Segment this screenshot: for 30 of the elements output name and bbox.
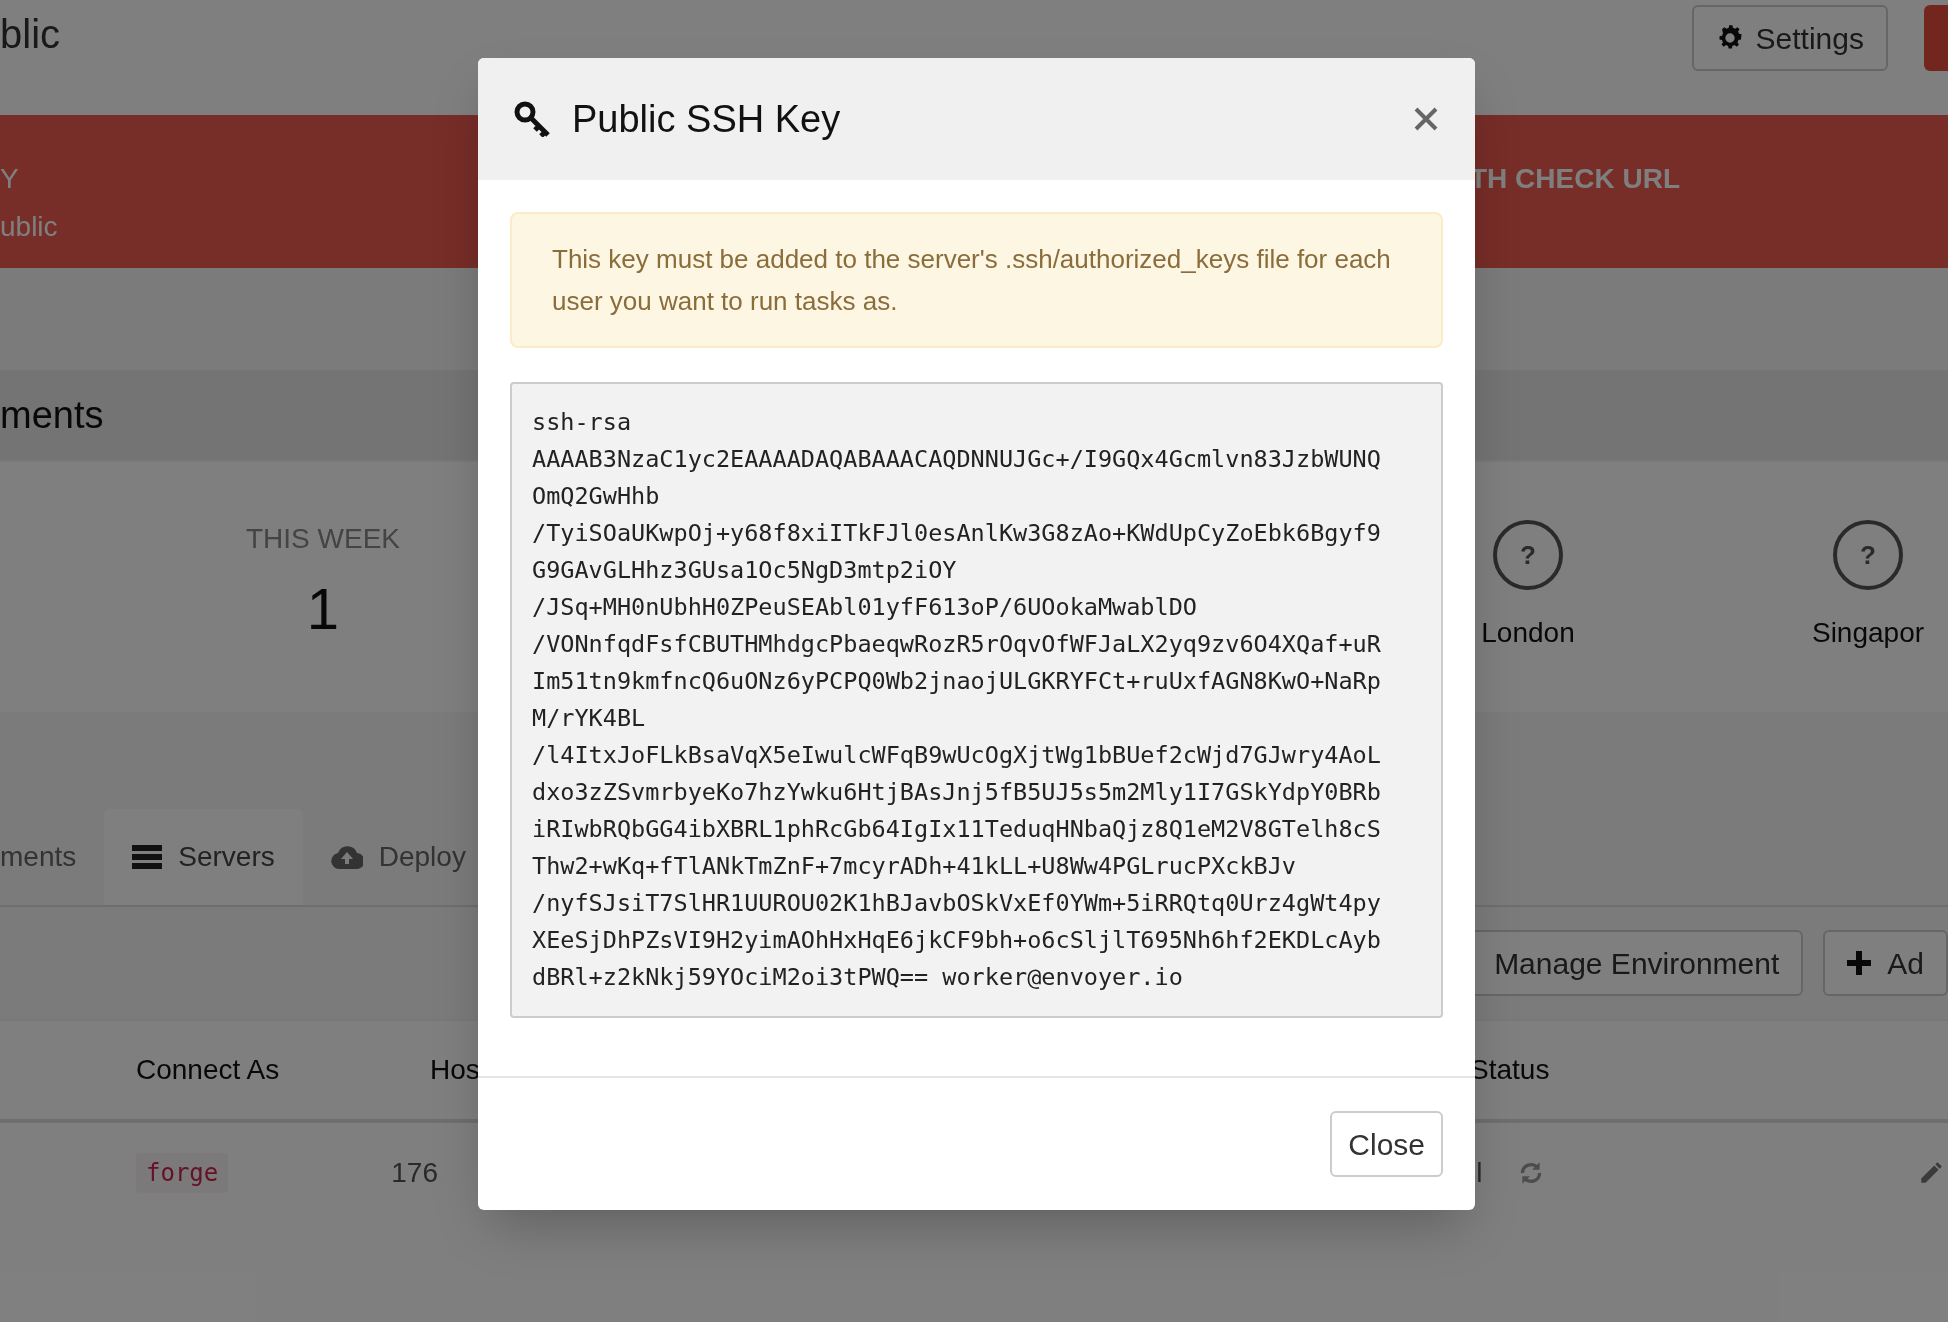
alert-message: This key must be added to the server's .ssh/authorized_keys file for each user you want to run tasks as.: [510, 212, 1443, 348]
add-button[interactable]: Ad: [1823, 930, 1948, 996]
status-icon: ?: [1833, 520, 1903, 590]
key-icon: [514, 101, 552, 137]
stat-label: THIS WEEK: [246, 522, 400, 556]
ssh-key-text: ssh-rsa AAAAB3NzaC1yc2EAAAADAQABAAACAQDNNUJGc+/I9GQx4Gcmlvn83JzbWUNQ OmQ2GwHhb /TyiSOaUKwpOj+y68f8xiITkFJl0esAnlKw3G8zAo+KWdUpCyZoEbk6Bgyf9 G9GAvGLHhz3GUsa1Oc5NgD3mtp2iOY /JSq+MH0nUbhH0ZPeuSEAbl01yfF613oP/6UOokaMwablDO /VONnfqdFsfCBUTHMhdgcPbaeqwRozR5rOqvOfWFJaLX2yq9zv6O4XQaf+uR Im51tn9kmfncQ6uONz6yPCPQ0Wb2jnaojULGKRYFCt+ruUxfAGN8KwO+NaRp M/rYK4BL /l4ItxJoFLkBsaVqX5eIwulcWFqB9wUcOgXjtWg1bBUef2cWjd7GJwry4AoL dxo3zZSvmrbyeKo7hzYwku6HtjBAsJnj5fB5UJ5s5m2Mly1I7GSkYdpY0BRb iRIwbRQbGG4ibXBRL1phRcGb64IgIx11TeduqHNbaQjz8Q1eM2V8GTelh8cS Thw2+wKq+fTlANkTmZnF+7mcyrADh+41kLL+U8Ww4PGLrucPXckBJv /nyfSJsiT7SlHR1UUROU02K1hBJavbOSkVxEf0YWm+5iRRQtq0Urz4gWt4py XEeSjDhPZsVI9H2yimAOhHxHqE6jkCF9bh+o6cSljlT695Nh6hf2EKDLcAyb dBRl+z2kNkj59YOciM2oi3tPWQ== worker@envoyer.io: [510, 382, 1443, 1018]
status-icon: ?: [1493, 520, 1563, 590]
code-tag: forge: [136, 1153, 229, 1193]
edit-icon[interactable]: [1918, 1160, 1944, 1186]
plus-icon: [1847, 951, 1872, 975]
banner-text: ublic: [0, 210, 58, 244]
tab[interactable]: ments: [0, 809, 105, 905]
column-header: Hos: [430, 1053, 481, 1087]
banner-text: Y: [0, 162, 20, 196]
column-header: Connect As: [136, 1053, 281, 1087]
stat-value: 1: [306, 580, 340, 638]
close-button[interactable]: Close: [1330, 1111, 1443, 1177]
tab[interactable]: Deploy: [302, 809, 466, 905]
settings-button[interactable]: Settings: [1691, 5, 1888, 71]
location-name: London: [1481, 616, 1575, 650]
server-icon: [132, 845, 163, 869]
tab[interactable]: Servers: [104, 809, 303, 905]
table-cell-text: l: [1476, 1156, 1483, 1190]
table-cell-text: 176: [391, 1156, 439, 1190]
section-heading: ments: [0, 392, 104, 438]
close-button[interactable]: [1413, 106, 1439, 132]
location-name: Singapor: [1811, 616, 1925, 650]
page-title: blic: [0, 11, 61, 54]
cloud-upload-icon: [330, 845, 363, 869]
modal-title: Public SSH Key: [572, 96, 841, 142]
